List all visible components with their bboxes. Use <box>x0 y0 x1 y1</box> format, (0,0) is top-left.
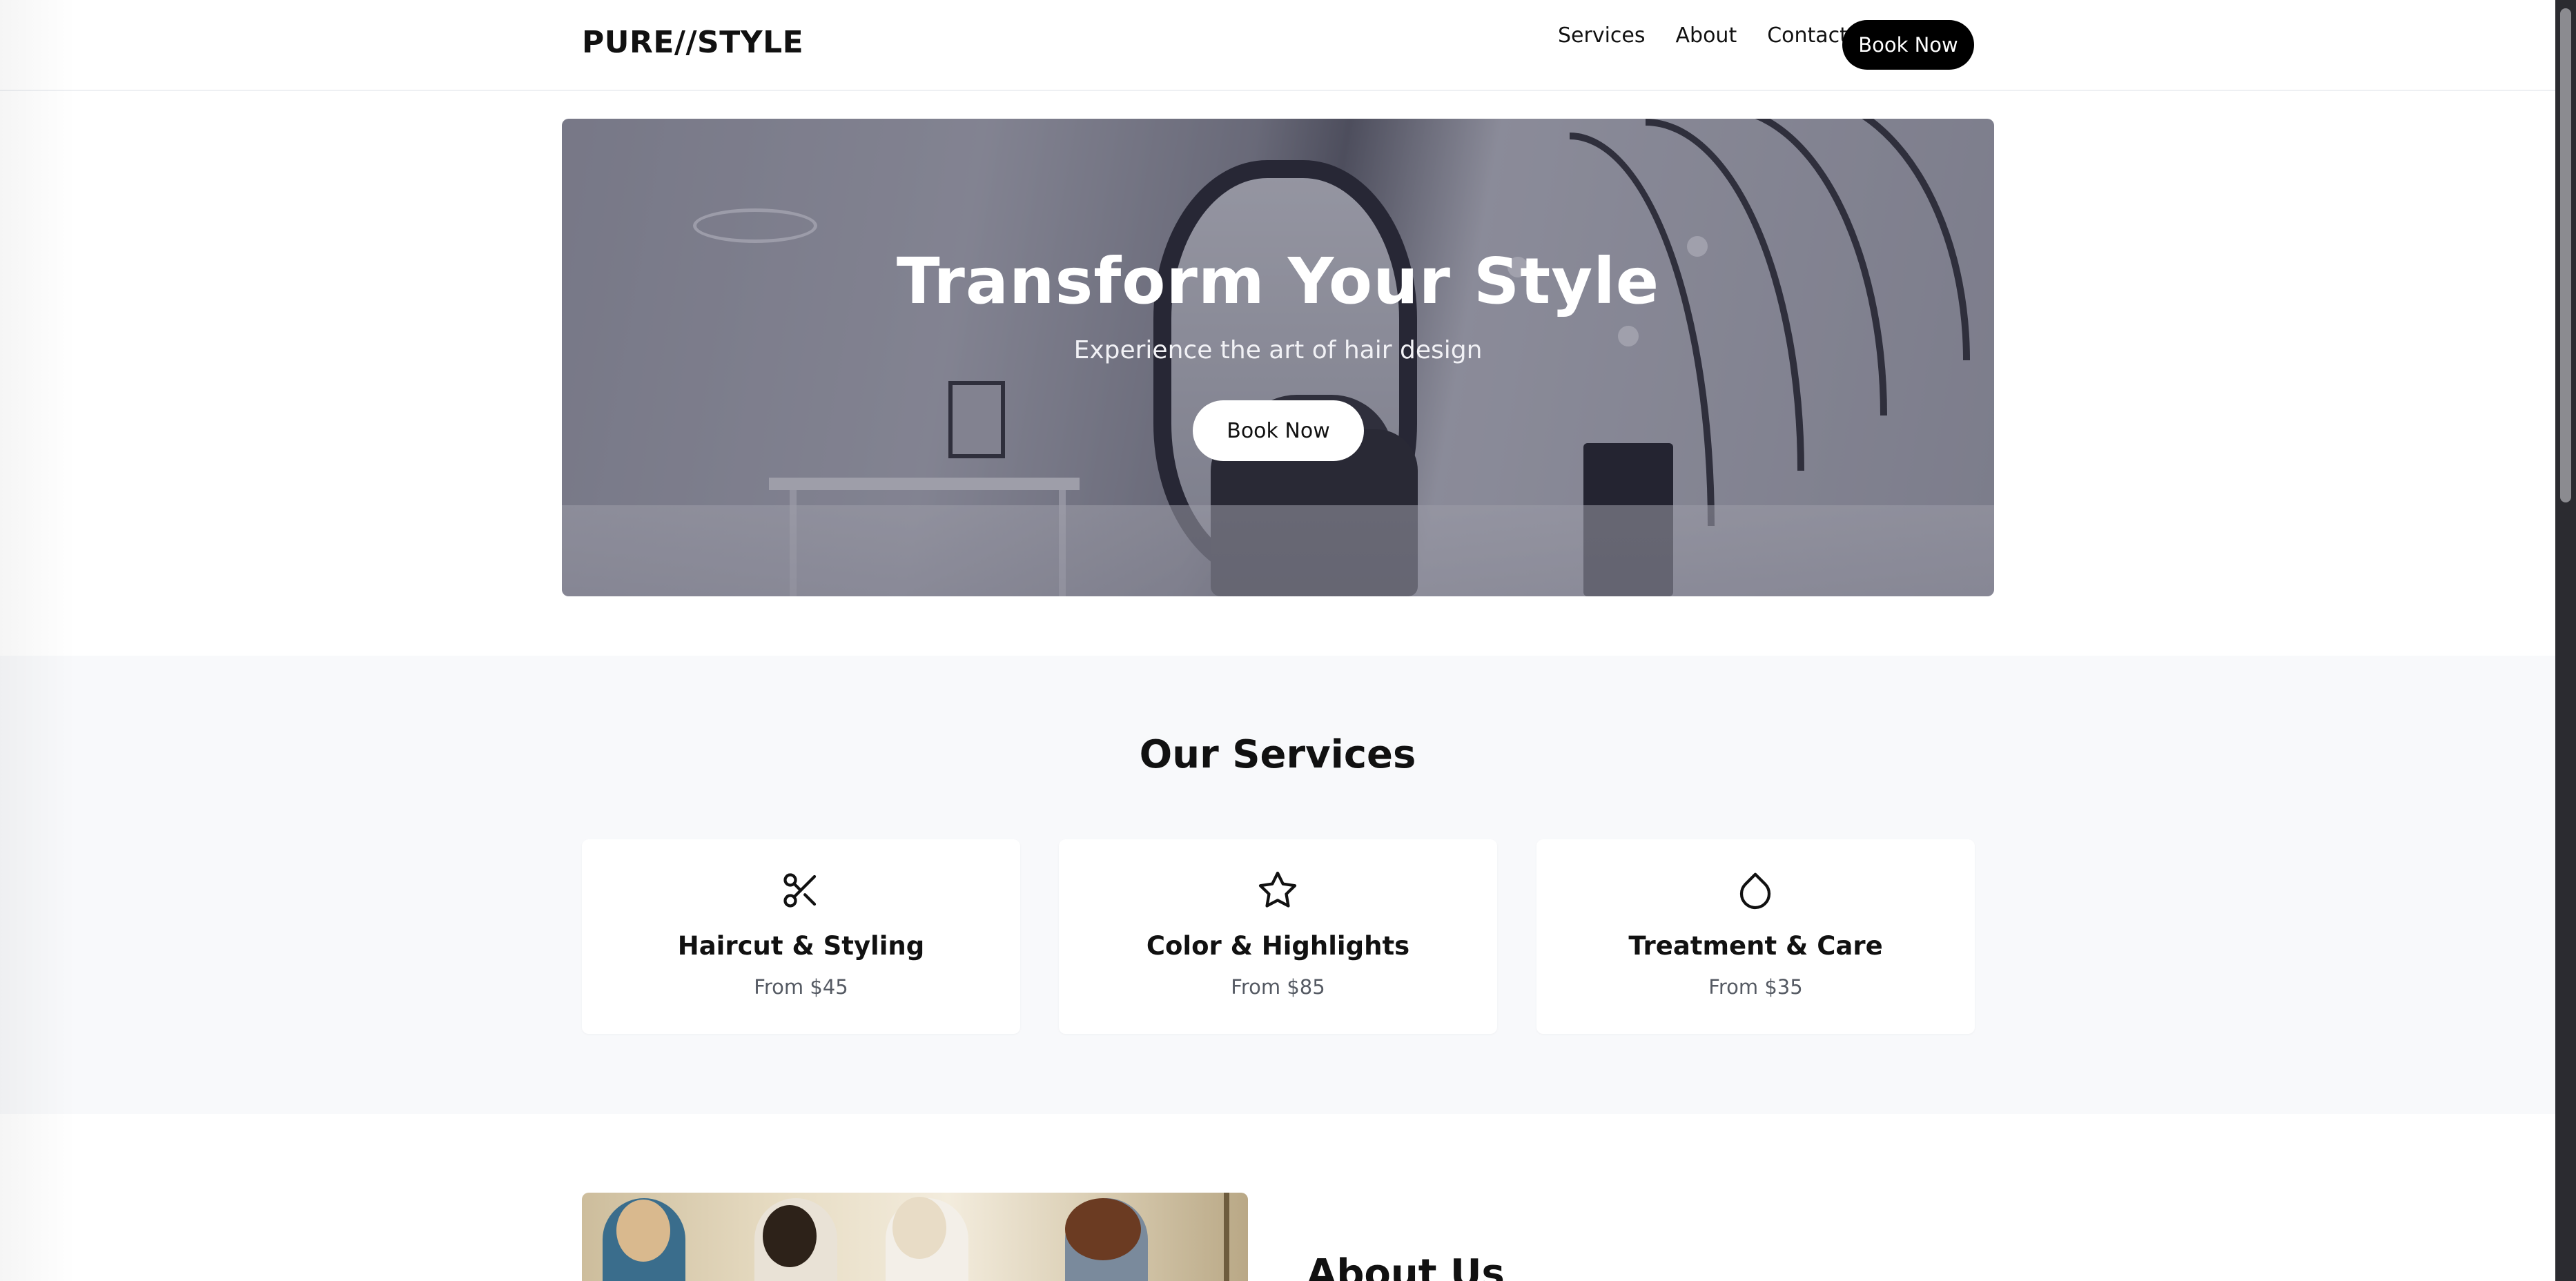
person-head <box>1065 1198 1141 1260</box>
service-price: From $45 <box>754 975 848 999</box>
hero-book-now-button[interactable]: Book Now <box>1193 400 1364 461</box>
service-card-color[interactable]: Color & Highlights From $85 <box>1059 839 1497 1034</box>
hero-content: Transform Your Style Experience the art … <box>562 119 1994 596</box>
scrollbar-thumb[interactable] <box>2560 8 2571 502</box>
services-title: Our Services <box>1139 732 1416 777</box>
service-name: Haircut & Styling <box>677 931 925 961</box>
door-frame <box>1224 1193 1229 1281</box>
nav-links: Services About Contact <box>1558 23 1848 48</box>
service-price: From $85 <box>1231 975 1325 999</box>
service-price: From $35 <box>1708 975 1803 999</box>
scissors-icon <box>783 873 817 908</box>
vertical-scrollbar[interactable] <box>2555 0 2576 1281</box>
nav-link-contact[interactable]: Contact <box>1767 23 1848 48</box>
star-icon <box>1258 871 1297 908</box>
services-section: Our Services Haircut & Styling From $45 … <box>0 656 2555 1114</box>
site-logo[interactable]: PURE//STYLE <box>582 25 803 60</box>
service-card-haircut[interactable]: Haircut & Styling From $45 <box>582 839 1020 1034</box>
person-head <box>892 1197 946 1259</box>
nav-book-now-button[interactable]: Book Now <box>1842 20 1974 70</box>
service-name: Color & Highlights <box>1146 931 1410 961</box>
person-head <box>616 1200 670 1262</box>
service-name: Treatment & Care <box>1628 931 1883 961</box>
about-image <box>582 1193 1248 1281</box>
service-card-treatment[interactable]: Treatment & Care From $35 <box>1536 839 1975 1034</box>
about-title: About Us <box>1307 1251 1505 1281</box>
hero-title: Transform Your Style <box>896 244 1660 318</box>
droplet-icon <box>1739 872 1771 910</box>
person-head <box>763 1205 817 1267</box>
navbar: PURE//STYLE Services About Contact Book … <box>0 0 2555 91</box>
hero-subtitle: Experience the art of hair design <box>1073 336 1483 364</box>
nav-link-services[interactable]: Services <box>1558 23 1646 48</box>
nav-link-about[interactable]: About <box>1676 23 1737 48</box>
hero-banner: Transform Your Style Experience the art … <box>562 119 1994 596</box>
page: PURE//STYLE Services About Contact Book … <box>0 0 2576 1281</box>
